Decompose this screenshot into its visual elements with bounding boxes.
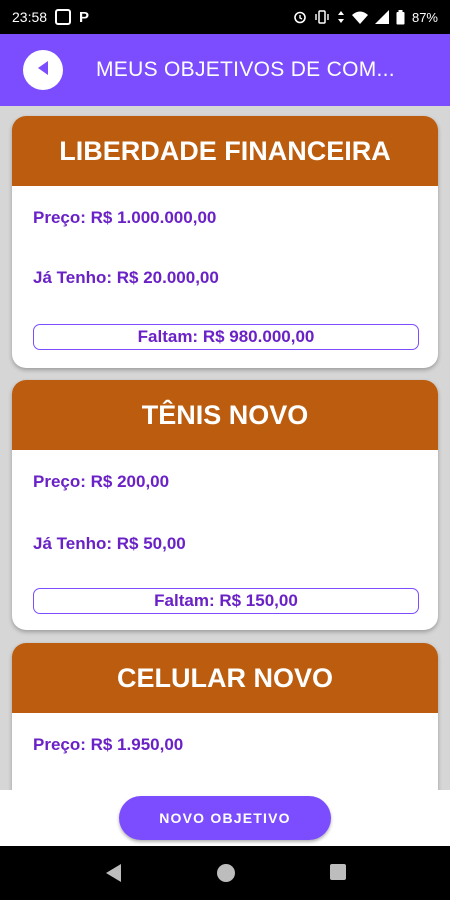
goal-saved: Já Tenho: R$ 50,00	[33, 534, 186, 553]
status-bar: 23:58 P 87%	[0, 0, 450, 34]
signal-icon	[374, 10, 389, 24]
p-app-icon: P	[79, 8, 90, 26]
nav-recents-icon[interactable]	[329, 863, 347, 886]
goal-card[interactable]: CELULAR NOVO Preço: R$ 1.950,00	[12, 643, 438, 790]
back-button[interactable]	[23, 50, 63, 90]
goal-title: LIBERDADE FINANCEIRA	[12, 116, 438, 186]
battery-icon	[396, 9, 405, 25]
goal-remaining: Faltam: R$ 980.000,00	[33, 324, 419, 350]
app-bar: MEUS OBJETIVOS DE COM...	[0, 34, 450, 106]
goal-saved: Já Tenho: R$ 20.000,00	[33, 268, 219, 287]
data-arrows-icon	[337, 10, 345, 24]
page-title: MEUS OBJETIVOS DE COM...	[96, 58, 395, 81]
navigation-bar	[0, 846, 450, 900]
bottom-action-area: NOVO OBJETIVO	[0, 790, 450, 846]
goals-list[interactable]: LIBERDADE FINANCEIRA Preço: R$ 1.000.000…	[0, 106, 450, 790]
goal-card[interactable]: LIBERDADE FINANCEIRA Preço: R$ 1.000.000…	[12, 116, 438, 368]
photo-app-icon	[55, 9, 72, 25]
back-arrow-icon	[36, 60, 50, 81]
nav-back-icon[interactable]	[104, 863, 122, 888]
alarm-icon	[293, 10, 307, 24]
battery-percent: 87%	[411, 9, 438, 25]
goal-price: Preço: R$ 1.950,00	[33, 735, 184, 754]
goal-card[interactable]: TÊNIS NOVO Preço: R$ 200,00 Já Tenho: R$…	[12, 380, 438, 630]
status-time: 23:58	[12, 9, 48, 25]
wifi-icon	[351, 11, 368, 24]
vibrate-icon	[314, 10, 330, 24]
new-goal-button[interactable]: NOVO OBJETIVO	[119, 796, 331, 840]
goal-title: CELULAR NOVO	[12, 643, 438, 713]
nav-home-icon[interactable]	[216, 863, 236, 888]
goal-title: TÊNIS NOVO	[12, 380, 438, 450]
goal-price: Preço: R$ 1.000.000,00	[33, 208, 217, 227]
goal-price: Preço: R$ 200,00	[33, 472, 170, 491]
goal-remaining: Faltam: R$ 150,00	[33, 588, 419, 614]
